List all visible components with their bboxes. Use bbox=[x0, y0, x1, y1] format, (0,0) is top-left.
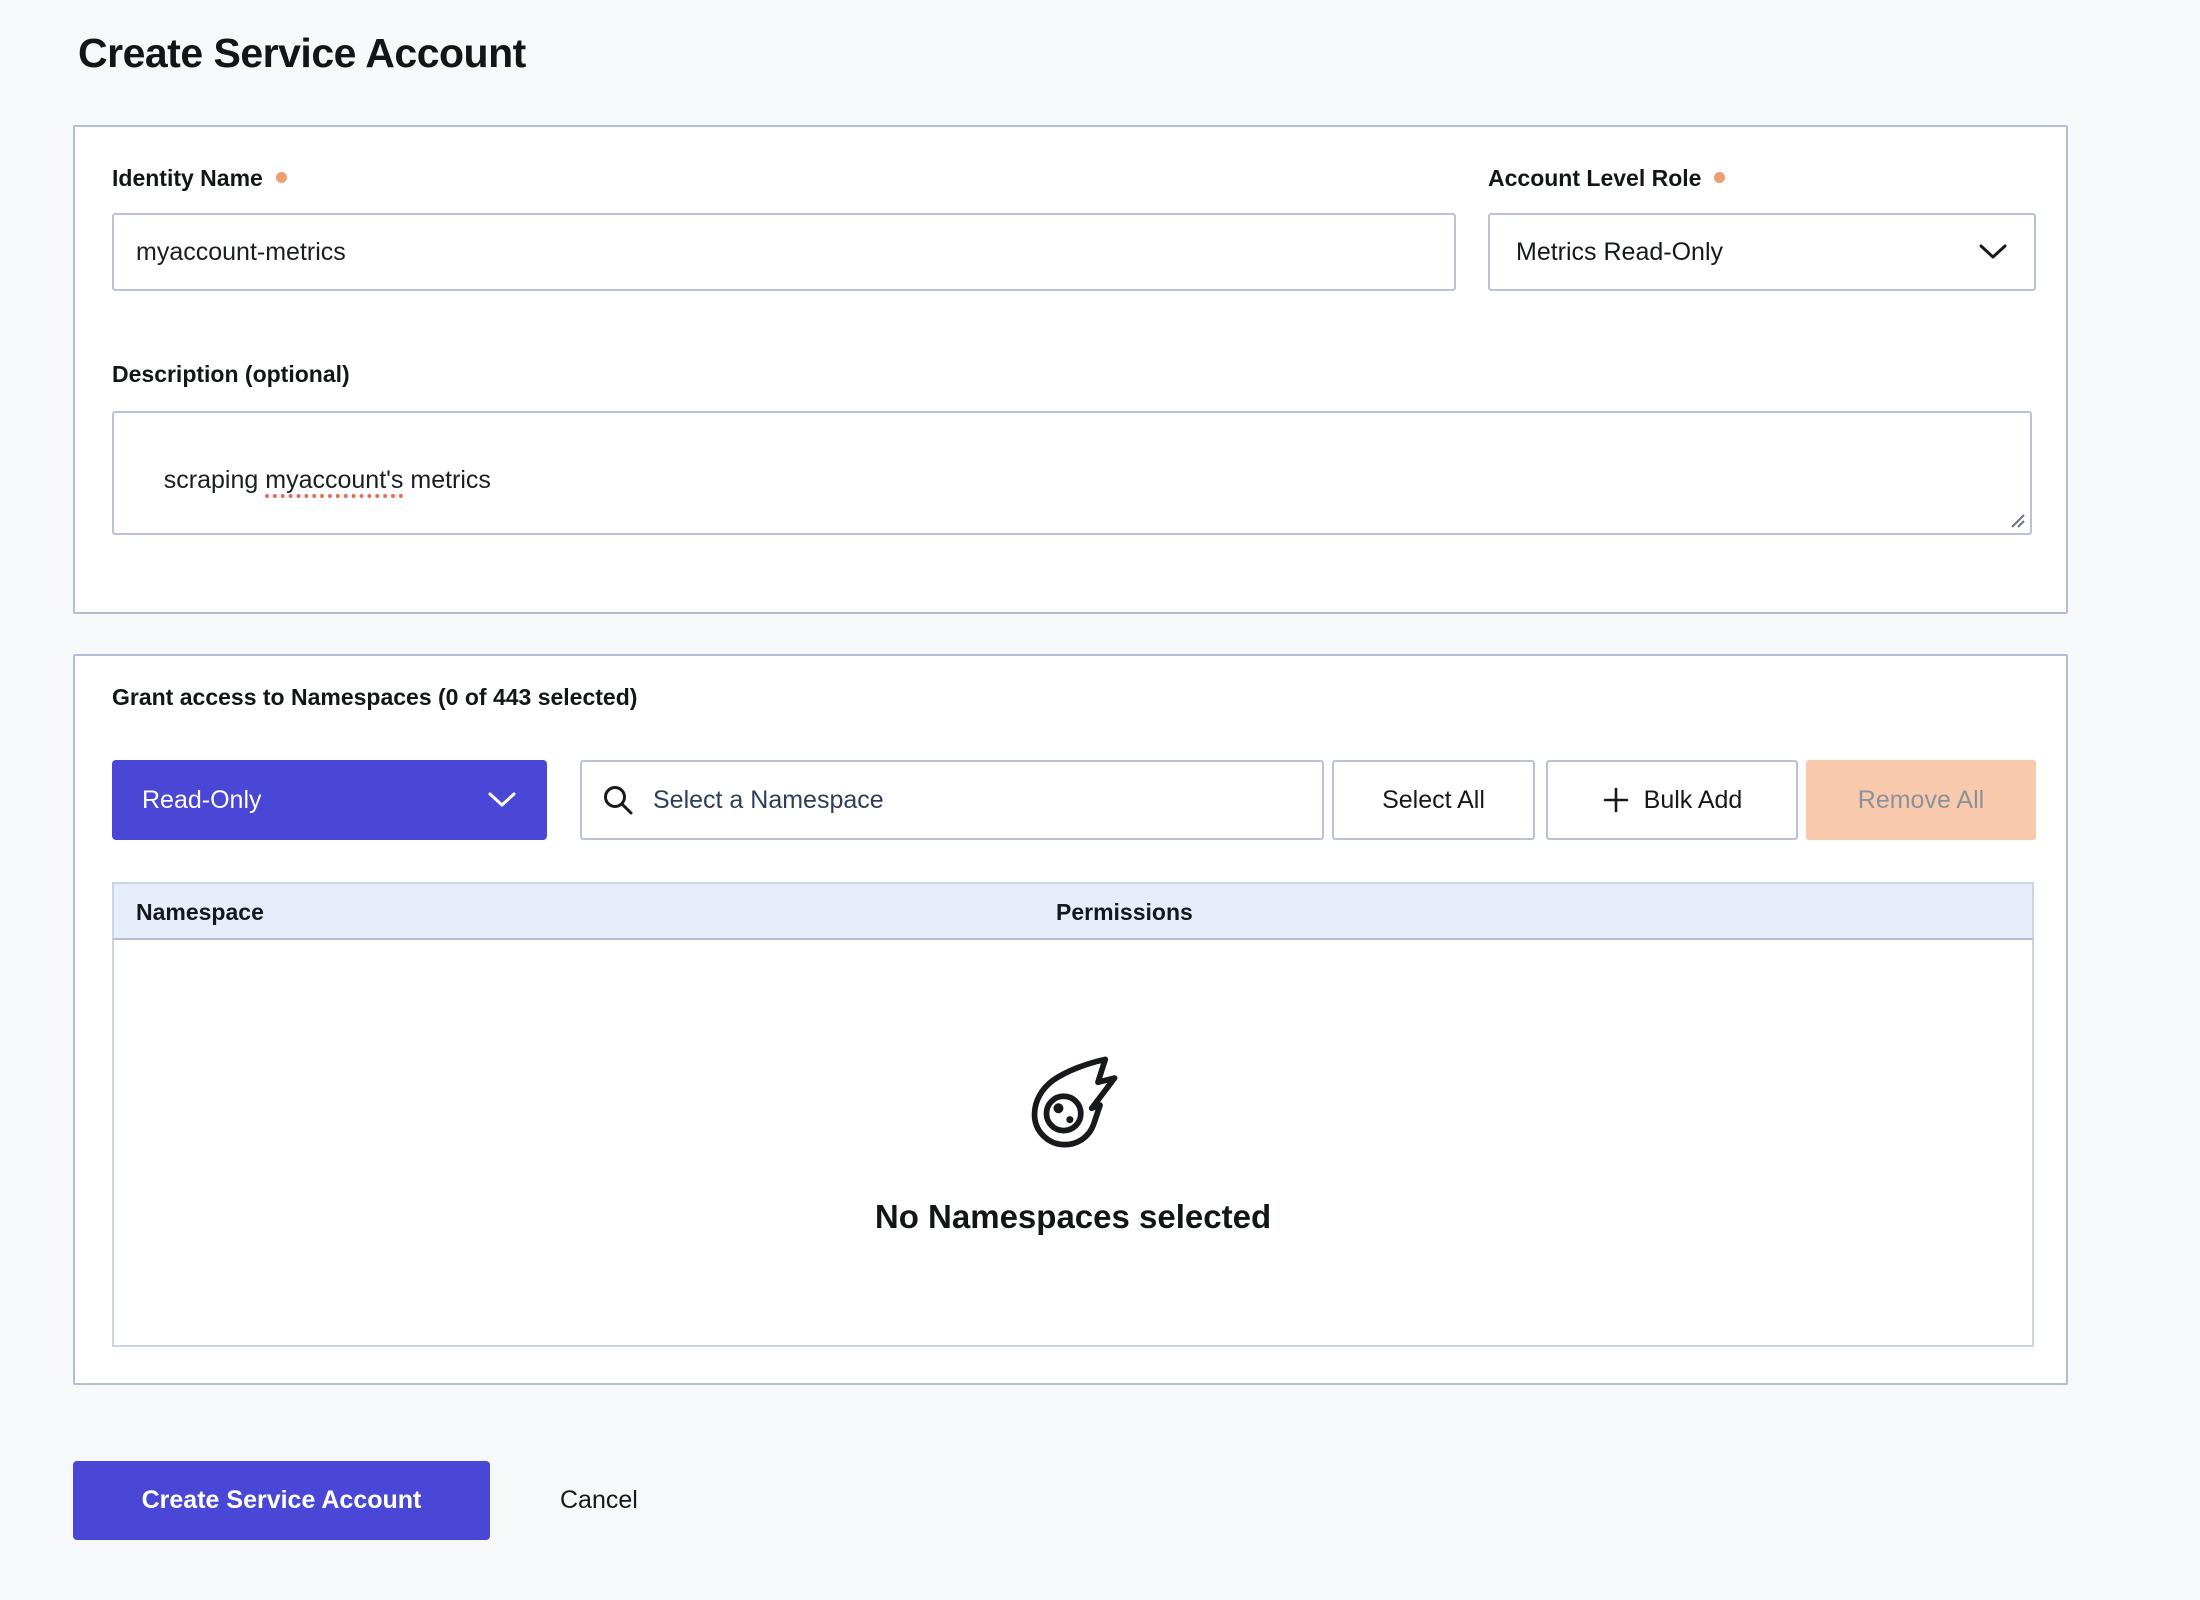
description-text-misspelled: myaccount's bbox=[265, 466, 403, 494]
required-dot-icon bbox=[1714, 172, 1725, 183]
description-label: Description (optional) bbox=[112, 361, 350, 388]
service-account-details-card: Identity Name Account Level Role Metrics… bbox=[73, 125, 2068, 614]
namespaces-table-header: Namespace Permissions bbox=[112, 882, 2034, 940]
create-service-account-button[interactable]: Create Service Account bbox=[73, 1461, 490, 1540]
identity-name-label-text: Identity Name bbox=[112, 165, 263, 192]
namespace-search-input[interactable] bbox=[651, 785, 1302, 816]
footer-actions: Create Service Account Cancel bbox=[73, 1461, 638, 1540]
bulk-add-label: Bulk Add bbox=[1644, 786, 1743, 815]
account-level-role-select[interactable]: Metrics Read-Only bbox=[1488, 213, 2036, 291]
empty-state-text: No Namespaces selected bbox=[875, 1198, 1271, 1236]
remove-all-label: Remove All bbox=[1858, 786, 1984, 815]
column-header-permissions: Permissions bbox=[1056, 899, 1193, 926]
bulk-add-button[interactable]: Bulk Add bbox=[1546, 760, 1798, 840]
account-level-role-value: Metrics Read-Only bbox=[1516, 238, 1723, 267]
description-label-text: Description (optional) bbox=[112, 361, 350, 388]
chevron-down-icon bbox=[487, 791, 517, 809]
column-header-namespace: Namespace bbox=[136, 899, 264, 926]
account-level-role-label: Account Level Role bbox=[1488, 165, 1725, 192]
identity-name-label: Identity Name bbox=[112, 165, 287, 192]
remove-all-button-disabled[interactable]: Remove All bbox=[1806, 760, 2036, 840]
namespace-role-dropdown[interactable]: Read-Only bbox=[112, 760, 547, 840]
identity-name-input[interactable] bbox=[112, 213, 1456, 291]
namespaces-card: Grant access to Namespaces (0 of 443 sel… bbox=[73, 654, 2068, 1385]
plus-icon bbox=[1602, 786, 1630, 814]
resize-handle-icon[interactable] bbox=[2007, 510, 2027, 530]
chevron-down-icon bbox=[1978, 243, 2008, 261]
description-text: metrics bbox=[403, 466, 491, 494]
namespaces-table: Namespace Permissions No Namespaces sele… bbox=[112, 882, 2034, 1347]
account-level-role-label-text: Account Level Role bbox=[1488, 165, 1701, 192]
page-title: Create Service Account bbox=[78, 30, 526, 77]
namespace-search[interactable] bbox=[580, 760, 1324, 840]
description-text: scraping bbox=[164, 466, 265, 494]
select-all-button[interactable]: Select All bbox=[1332, 760, 1535, 840]
select-all-label: Select All bbox=[1382, 786, 1485, 815]
required-dot-icon bbox=[276, 172, 287, 183]
search-icon bbox=[602, 784, 634, 816]
cancel-button[interactable]: Cancel bbox=[560, 1486, 638, 1515]
namespaces-table-empty-state: No Namespaces selected bbox=[112, 940, 2034, 1347]
namespace-role-dropdown-value: Read-Only bbox=[142, 786, 262, 815]
description-textarea[interactable]: scraping myaccount's metrics bbox=[112, 411, 2032, 535]
namespaces-heading: Grant access to Namespaces (0 of 443 sel… bbox=[112, 684, 637, 711]
comet-icon bbox=[1021, 1050, 1125, 1154]
